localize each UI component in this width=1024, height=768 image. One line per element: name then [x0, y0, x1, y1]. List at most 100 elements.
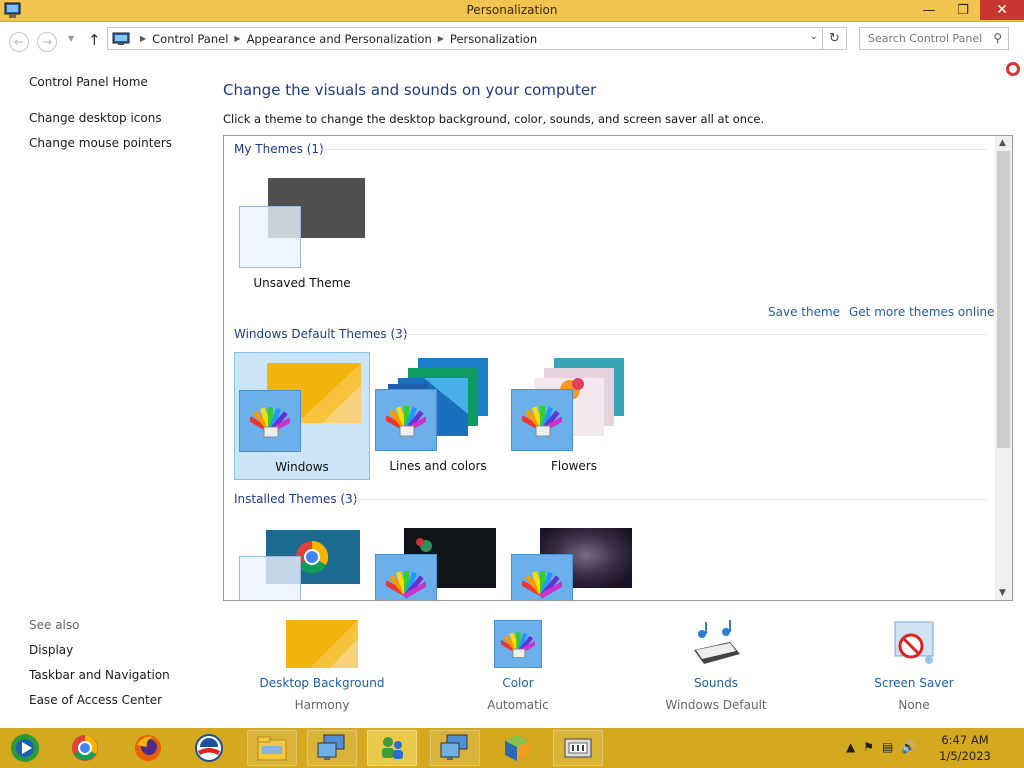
- address-bar[interactable]: ▶ Control Panel ▶ Appearance and Persona…: [107, 27, 823, 50]
- theme-installed-nebula[interactable]: [506, 518, 642, 600]
- setting-value: Windows Default: [665, 698, 767, 712]
- chrome-icon: [72, 735, 98, 761]
- taskbar-network-users[interactable]: [367, 730, 417, 766]
- scroll-down-icon[interactable]: ▼: [999, 588, 1006, 598]
- control-panel-icon: [112, 32, 130, 45]
- color-fan-icon: [250, 407, 290, 438]
- clock[interactable]: 6:47 AM 1/5/2023: [935, 732, 995, 764]
- start-button[interactable]: [0, 730, 50, 766]
- setting-label[interactable]: Color: [433, 676, 603, 690]
- color-setting[interactable]: Color Automatic: [433, 620, 603, 712]
- theme-color-preview: [239, 390, 301, 452]
- taskbar-firefox[interactable]: [123, 730, 173, 766]
- color-fan-icon: [522, 571, 562, 599]
- screen-saver-setting[interactable]: Screen Saver None: [829, 620, 999, 712]
- breadcrumb-separator[interactable]: ▶: [234, 34, 240, 43]
- control-panel-home-link[interactable]: Control Panel Home: [29, 75, 148, 89]
- close-button[interactable]: ✕: [980, 0, 1024, 20]
- page-description: Click a theme to change the desktop back…: [223, 112, 765, 126]
- scrollbar-thumb[interactable]: [997, 151, 1010, 448]
- setting-label[interactable]: Sounds: [631, 676, 801, 690]
- forward-button[interactable]: →: [37, 32, 57, 52]
- theme-name: Unsaved Theme: [253, 276, 351, 290]
- breadcrumb-appearance[interactable]: Appearance and Personalization: [247, 32, 432, 46]
- theme-chrome[interactable]: [234, 518, 370, 600]
- theme-name: Windows: [275, 460, 329, 474]
- setting-value: Automatic: [487, 698, 549, 712]
- setting-value: Harmony: [294, 698, 350, 712]
- see-also-label: See also: [29, 618, 80, 632]
- theme-name: Lines and colors: [389, 459, 487, 473]
- color-fan-icon: [386, 571, 426, 599]
- taskbar-navigation-link[interactable]: Taskbar and Navigation: [29, 668, 170, 682]
- recent-locations-dropdown[interactable]: ▼: [68, 34, 74, 43]
- ease-of-access-link[interactable]: Ease of Access Center: [29, 693, 162, 707]
- taskbar-control-panel[interactable]: [553, 730, 603, 766]
- clock-time: 6:47 AM: [941, 733, 989, 747]
- action-center-flag-icon[interactable]: ⚑: [863, 740, 874, 754]
- breadcrumb-personalization[interactable]: Personalization: [450, 32, 537, 46]
- theme-unsaved[interactable]: Unsaved Theme: [234, 170, 370, 298]
- volume-icon[interactable]: 🔊: [901, 740, 916, 754]
- scroll-up-icon[interactable]: ▲: [999, 138, 1006, 148]
- taskbar-file-explorer[interactable]: [247, 730, 297, 766]
- search-icon[interactable]: ⚲: [993, 31, 1002, 45]
- theme-name: Flowers: [551, 459, 597, 473]
- color-fan-icon: [501, 632, 535, 659]
- refresh-button[interactable]: ↻: [823, 27, 847, 50]
- minimize-button[interactable]: —: [914, 0, 944, 20]
- clock-date: 1/5/2023: [939, 749, 991, 763]
- group-divider: [400, 334, 986, 335]
- control-panel-icon: [564, 738, 592, 758]
- change-mouse-pointers-link[interactable]: Change mouse pointers: [29, 136, 172, 150]
- desktop-background-setting[interactable]: Desktop Background Harmony: [237, 620, 407, 712]
- remote-computer-icon: [317, 734, 345, 760]
- breadcrumb-control-panel[interactable]: Control Panel: [152, 32, 228, 46]
- search-input[interactable]: Search Control Panel ⚲: [859, 27, 1009, 50]
- theme-flowers[interactable]: Flowers: [506, 352, 642, 480]
- vertical-scrollbar[interactable]: ▲ ▼: [995, 136, 1012, 600]
- sounds-setting[interactable]: Sounds Windows Default: [631, 620, 801, 712]
- display-link[interactable]: Display: [29, 643, 73, 657]
- folder-icon: [257, 736, 287, 761]
- setting-label[interactable]: Screen Saver: [829, 676, 999, 690]
- taskbar-remote-desktop-2[interactable]: [430, 730, 480, 766]
- themes-list[interactable]: My Themes (1) Unsaved Theme Save theme G…: [223, 135, 1013, 601]
- screen-saver-icon: [894, 621, 934, 664]
- taskbar-virtualbox[interactable]: [492, 730, 542, 766]
- help-icon[interactable]: [1006, 62, 1020, 76]
- desktop-background-icon: [286, 620, 358, 668]
- breadcrumb-separator[interactable]: ▶: [438, 34, 444, 43]
- theme-color-preview: [375, 389, 437, 451]
- back-button[interactable]: ←: [9, 32, 29, 52]
- installed-themes-label: Installed Themes (3): [234, 492, 358, 506]
- default-themes-label: Windows Default Themes (3): [234, 327, 408, 341]
- theme-installed-dark[interactable]: [370, 518, 506, 600]
- taskbar-obama-app[interactable]: [184, 730, 234, 766]
- theme-color-preview: [239, 556, 301, 600]
- navigation-bar: ← → ▼ ↑ ▶ Control Panel ▶ Appearance and…: [0, 22, 1024, 58]
- remote-computer-icon: [440, 734, 468, 760]
- obama-logo-icon: [195, 734, 223, 762]
- taskbar-chrome[interactable]: [60, 730, 110, 766]
- network-icon[interactable]: ▤: [882, 740, 893, 754]
- get-more-themes-link[interactable]: Get more themes online: [849, 305, 995, 319]
- taskbar-remote-desktop[interactable]: [307, 730, 357, 766]
- theme-color-preview: [511, 389, 573, 451]
- users-icon: [382, 737, 403, 759]
- breadcrumb-separator: ▶: [140, 34, 147, 43]
- setting-label[interactable]: Desktop Background: [237, 676, 407, 690]
- theme-windows[interactable]: Windows: [234, 352, 370, 480]
- chevron-down-icon[interactable]: ⌄: [810, 31, 818, 42]
- show-hidden-icons-icon[interactable]: ▲: [846, 740, 855, 754]
- group-divider: [354, 499, 986, 500]
- group-divider: [320, 149, 986, 150]
- change-desktop-icons-link[interactable]: Change desktop icons: [29, 111, 162, 125]
- maximize-button[interactable]: ❐: [948, 0, 978, 20]
- save-theme-link[interactable]: Save theme: [768, 305, 840, 319]
- theme-lines-and-colors[interactable]: Lines and colors: [370, 352, 506, 480]
- media-center-icon: [11, 734, 39, 762]
- up-button[interactable]: ↑: [88, 31, 101, 49]
- my-themes-label: My Themes (1): [234, 142, 324, 156]
- theme-color-preview: [375, 554, 437, 600]
